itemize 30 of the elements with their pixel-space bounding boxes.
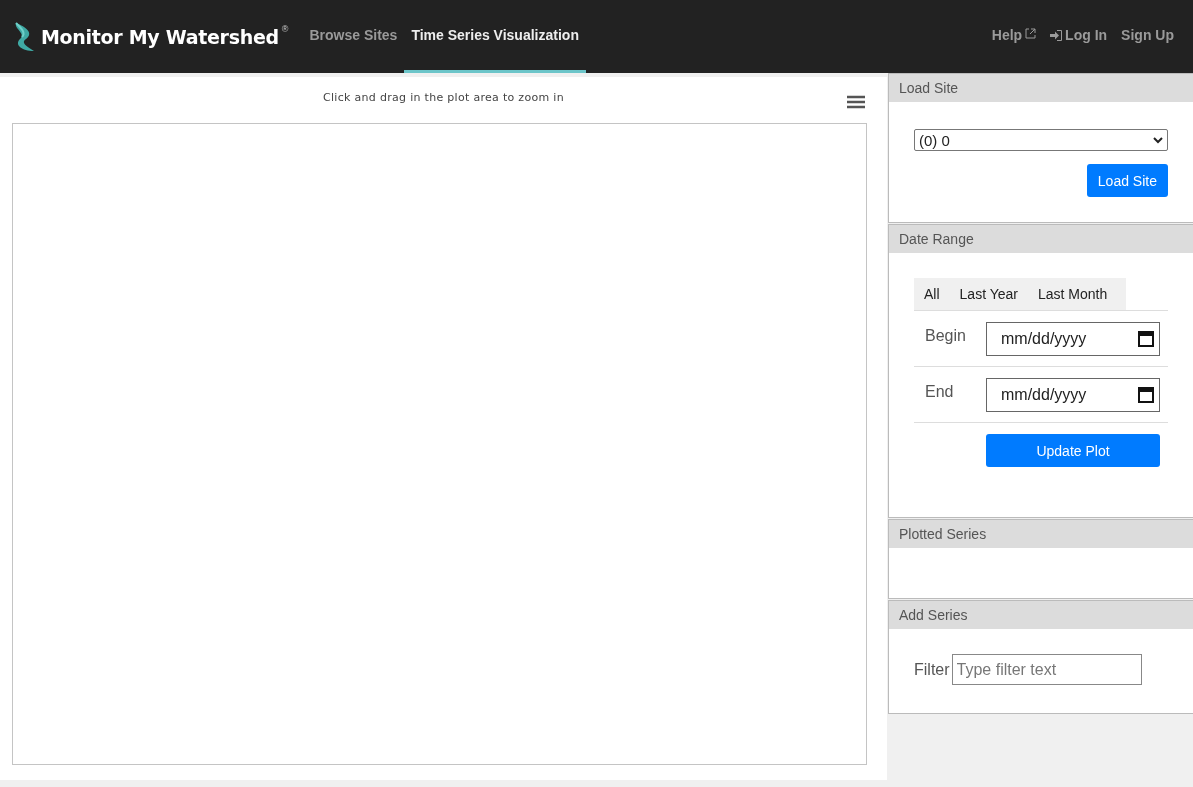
panel-header: Add Series [889, 601, 1193, 629]
date-label: End [925, 382, 955, 401]
plot-hint: Click and drag in the plot area to zoom in [323, 91, 564, 106]
nav-link[interactable]: Log In [1043, 0, 1115, 73]
nav-link[interactable]: Browse Sites [302, 0, 405, 73]
calendar-icon[interactable] [1138, 329, 1154, 347]
caret-icon [1153, 136, 1163, 144]
nav-link[interactable]: Time Series Visualization [404, 0, 586, 73]
date-label: Begin [925, 326, 967, 345]
filter-label: Filter [914, 660, 950, 679]
external-link-icon [1025, 28, 1037, 39]
range-tab[interactable]: All [914, 278, 950, 310]
date-field[interactable]: mm/dd/yyyy [986, 377, 1160, 412]
date-field[interactable]: mm/dd/yyyy [986, 321, 1160, 356]
site-select[interactable]: (0) 0 [914, 129, 1168, 151]
filter-field[interactable]: Type filter text [951, 654, 1142, 685]
update-plot-button[interactable]: Update Plot [986, 434, 1160, 467]
load-site-button[interactable]: Load Site [1086, 164, 1168, 197]
brand-name[interactable]: Monitor My Watershed [41, 25, 279, 48]
menu-icon[interactable] [847, 95, 865, 109]
range-tab[interactable]: Last Year [949, 278, 1028, 310]
login-icon [1050, 29, 1063, 41]
panel-header: Date Range [889, 225, 1193, 253]
panel-header: Load Site [889, 74, 1193, 102]
range-tab[interactable]: Last Month [1027, 278, 1118, 310]
nav-link[interactable]: Help [984, 0, 1044, 73]
calendar-icon[interactable] [1138, 385, 1154, 403]
nav-link[interactable]: Sign Up [1114, 0, 1181, 73]
registered-mark: ® [281, 24, 289, 34]
panel-header: Plotted Series [889, 520, 1193, 548]
